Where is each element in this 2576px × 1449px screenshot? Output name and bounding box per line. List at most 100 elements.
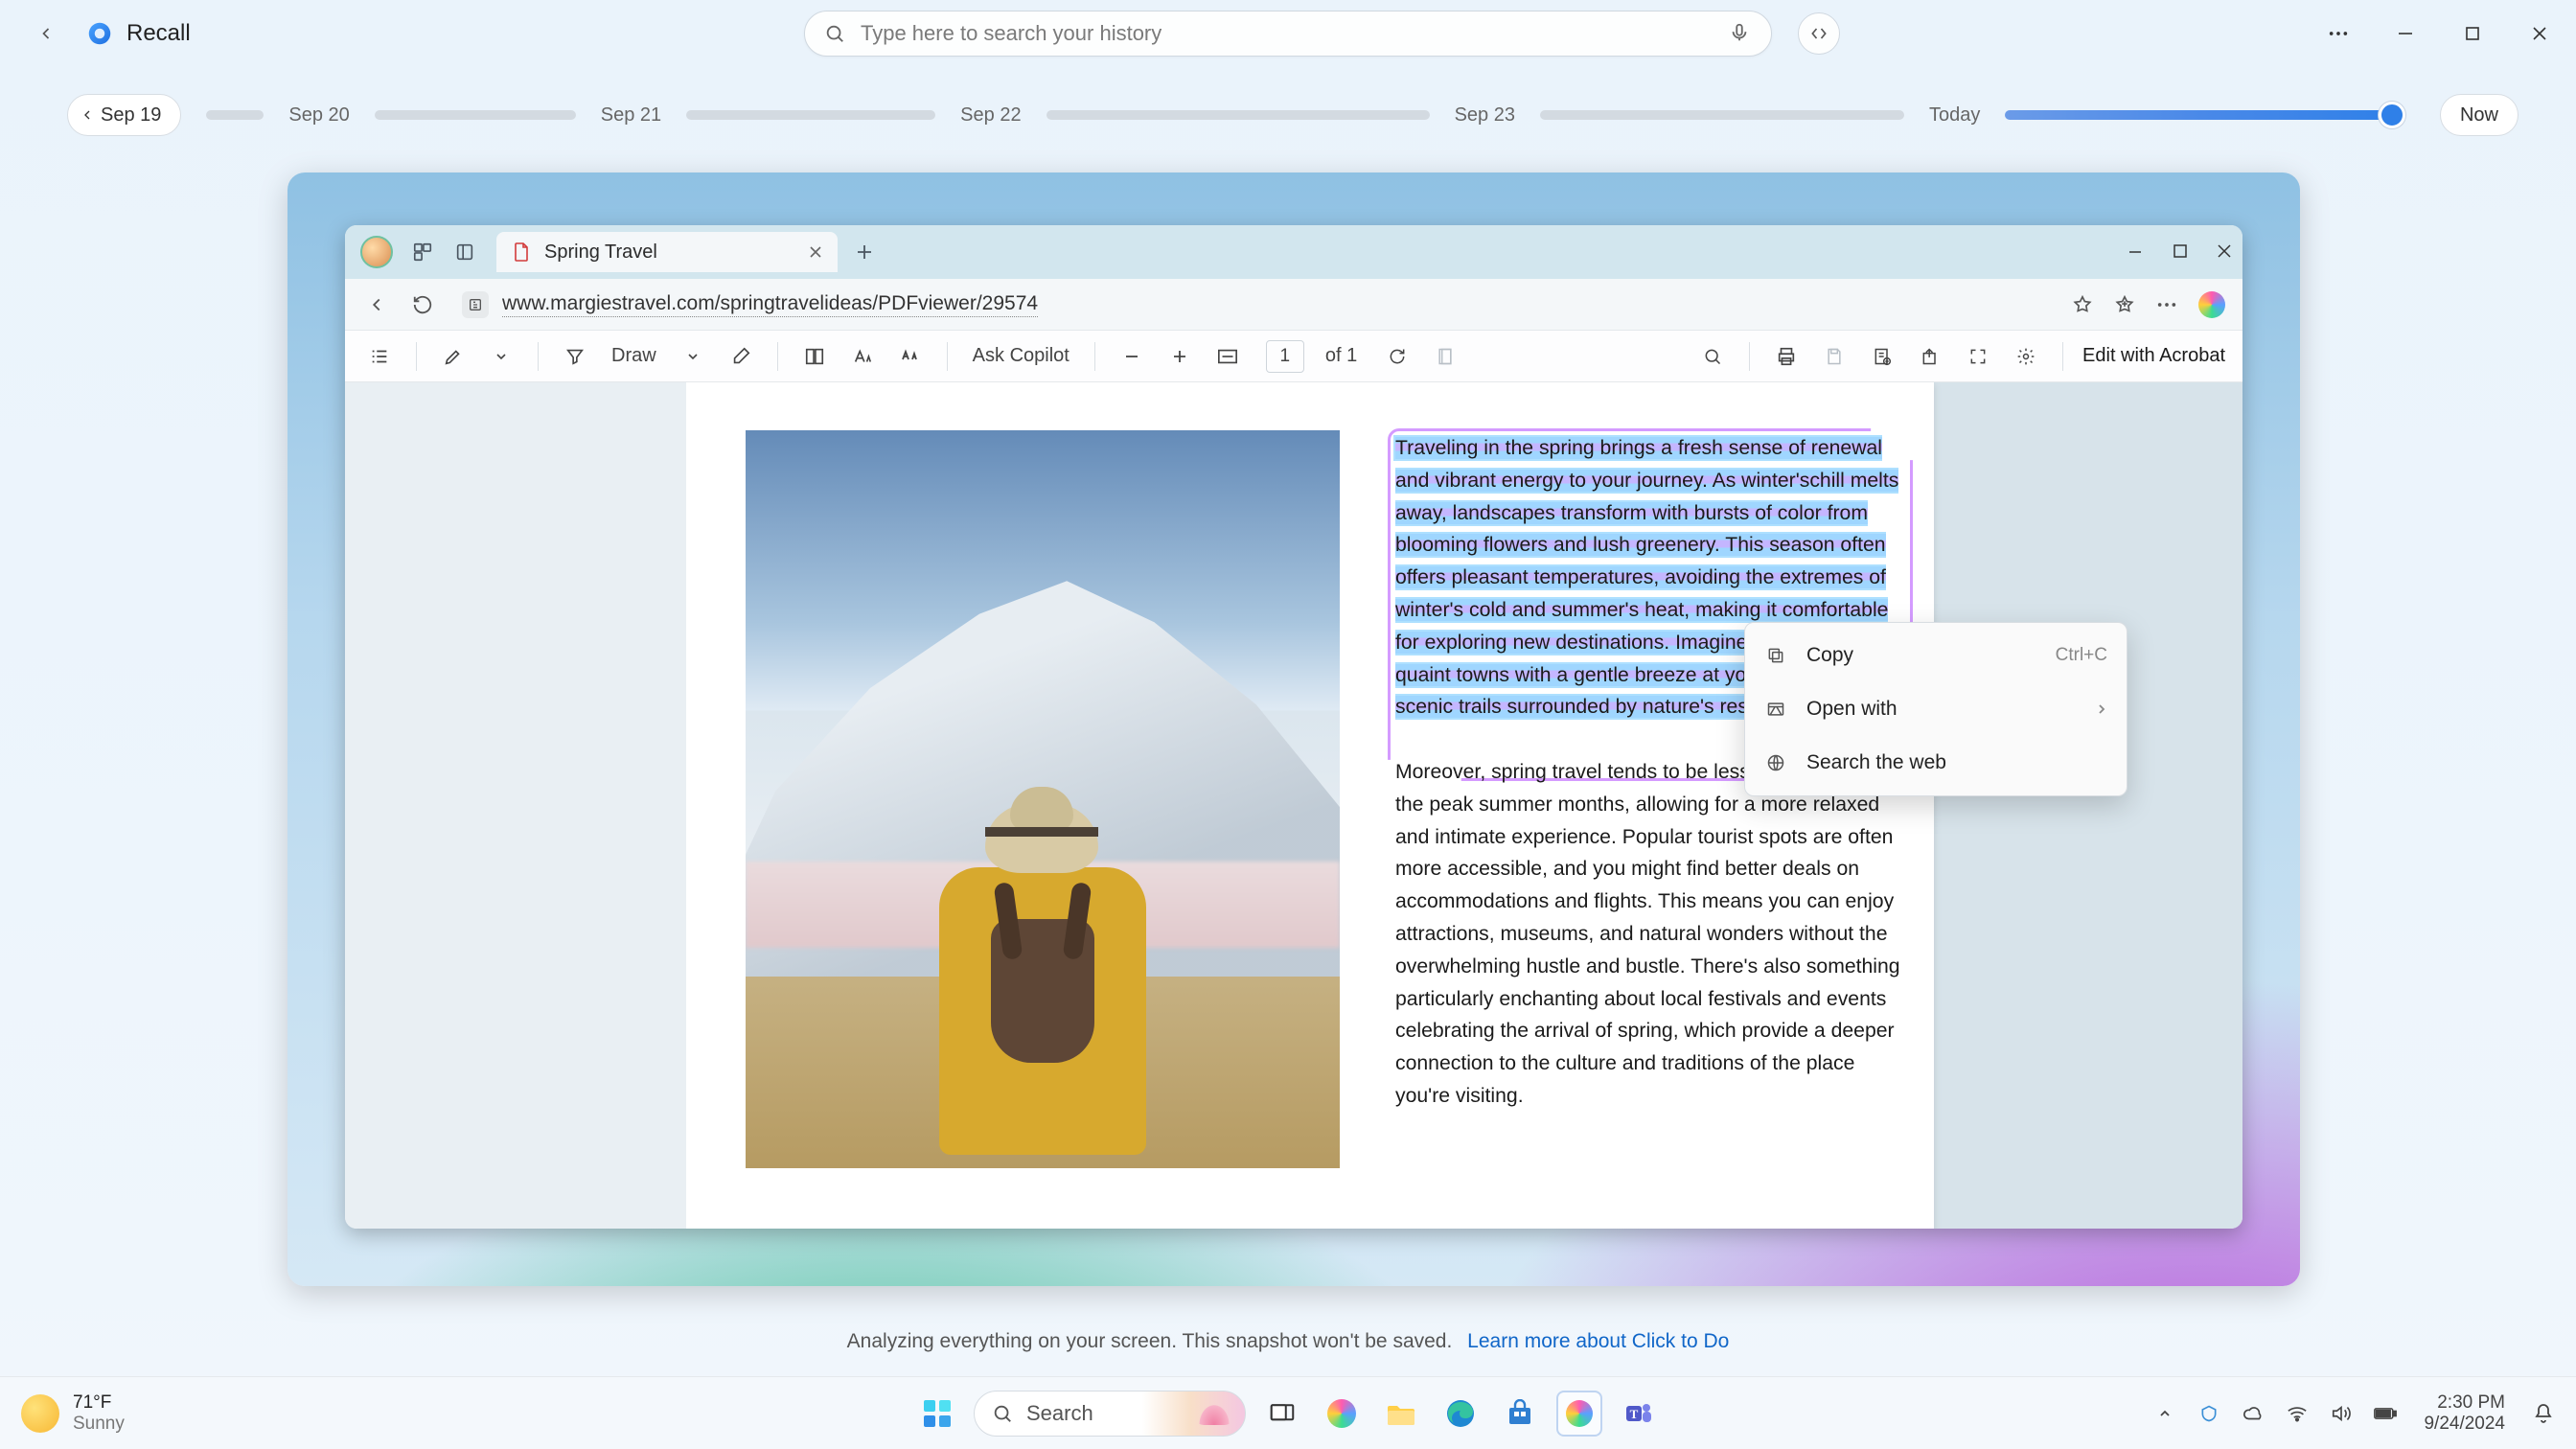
settings-icon[interactable] (2009, 339, 2043, 374)
rotate-icon[interactable] (1380, 339, 1414, 374)
microphone-icon[interactable] (1729, 22, 1752, 45)
browser-back-button[interactable] (362, 290, 391, 319)
copilot-taskbar-icon[interactable] (1319, 1391, 1365, 1437)
copilot-icon[interactable] (2198, 291, 2225, 318)
browser-maximize-button[interactable] (2174, 244, 2187, 260)
fullscreen-icon[interactable] (1961, 339, 1995, 374)
context-copy[interactable]: Copy Ctrl+C (1745, 629, 2127, 682)
tray-app-icon[interactable] (2197, 1402, 2220, 1425)
timeline-now-button[interactable]: Now (2440, 94, 2518, 136)
pdf-file-icon (512, 242, 531, 262)
site-info-icon[interactable] (462, 291, 489, 318)
browser-close-button[interactable] (2218, 244, 2231, 260)
teams-icon[interactable]: T (1616, 1391, 1662, 1437)
print-icon[interactable] (1769, 339, 1804, 374)
file-explorer-icon[interactable] (1378, 1391, 1424, 1437)
battery-icon[interactable] (2374, 1402, 2397, 1425)
volume-icon[interactable] (2330, 1402, 2353, 1425)
pdf-viewport[interactable]: Traveling in the spring brings a fresh s… (686, 382, 2242, 1229)
recall-more-button[interactable] (2323, 18, 2354, 49)
add-note-icon[interactable] (1865, 339, 1899, 374)
two-page-icon[interactable] (797, 339, 832, 374)
copilot-app-icon[interactable] (1556, 1391, 1602, 1437)
browser-profile-avatar[interactable] (360, 236, 393, 268)
recall-expand-button[interactable] (1798, 12, 1840, 55)
read-aloud-icon[interactable] (893, 339, 928, 374)
chevron-down-icon[interactable] (484, 339, 518, 374)
recall-search-input[interactable] (861, 21, 1714, 46)
pdf-body-text: Moreover, spring travel tends to be less… (1395, 761, 1900, 1107)
text-size-icon[interactable] (845, 339, 880, 374)
filter-icon[interactable] (558, 339, 592, 374)
timeline-date: Sep 20 (288, 104, 349, 126)
start-button[interactable] (914, 1391, 960, 1437)
weather-condition: Sunny (73, 1414, 125, 1435)
collections-icon[interactable] (2114, 294, 2135, 315)
fit-page-icon[interactable] (1210, 339, 1245, 374)
chevron-down-icon[interactable] (676, 339, 710, 374)
recall-minimize-button[interactable] (2390, 18, 2421, 49)
timeline-segment[interactable] (1046, 110, 1430, 120)
taskbar-search[interactable]: Search (974, 1391, 1246, 1437)
context-search-web[interactable]: Search the web (1745, 736, 2127, 790)
recall-status-text: Analyzing everything on your screen. Thi… (0, 1330, 2576, 1353)
timeline-segment[interactable] (1540, 110, 1904, 120)
timeline-start-label: Sep 19 (101, 104, 161, 126)
page-view-icon[interactable] (1428, 339, 1462, 374)
highlight-icon[interactable] (436, 339, 471, 374)
vertical-tabs-icon[interactable] (454, 242, 475, 263)
recall-back-button[interactable] (29, 16, 63, 51)
browser-menu-button[interactable] (2156, 302, 2177, 308)
store-icon[interactable] (1497, 1391, 1543, 1437)
task-view-icon[interactable] (1259, 1391, 1305, 1437)
zoom-out-icon[interactable] (1115, 339, 1149, 374)
new-tab-button[interactable] (855, 242, 874, 262)
taskbar: 71°F Sunny Search T 2:30 PM 9/24/2024 (0, 1376, 2576, 1449)
browser-minimize-button[interactable] (2128, 244, 2143, 260)
browser-tab[interactable]: Spring Travel (496, 232, 838, 272)
search-highlight-icon (1197, 1402, 1231, 1425)
zoom-in-icon[interactable] (1162, 339, 1197, 374)
taskbar-clock[interactable]: 2:30 PM 9/24/2024 (2424, 1392, 2505, 1435)
timeline-start-pill[interactable]: Sep 19 (67, 94, 181, 136)
open-with-icon (1764, 698, 1787, 721)
favorites-star-icon[interactable] (2072, 294, 2093, 315)
taskbar-weather[interactable]: 71°F Sunny (21, 1392, 125, 1435)
timeline-today-label: Today (1929, 104, 1980, 126)
svg-text:T: T (1630, 1407, 1639, 1421)
share-icon[interactable] (1913, 339, 1947, 374)
context-search-web-label: Search the web (1806, 751, 1946, 774)
context-open-with[interactable]: Open with (1745, 682, 2127, 736)
ask-copilot-button[interactable]: Ask Copilot (967, 345, 1075, 367)
cloud-icon[interactable] (2242, 1402, 2265, 1425)
pdf-image (746, 430, 1340, 1168)
workspaces-icon[interactable] (412, 242, 433, 263)
edge-icon[interactable] (1438, 1391, 1484, 1437)
timeline-today-segment[interactable] (2005, 110, 2398, 120)
erase-icon[interactable] (724, 339, 758, 374)
address-bar[interactable]: www.margiestravel.com/springtravelideas/… (454, 286, 2055, 324)
wifi-icon[interactable] (2286, 1402, 2309, 1425)
page-number-input[interactable]: 1 (1266, 340, 1304, 373)
learn-more-link[interactable]: Learn more about Click to Do (1467, 1330, 1729, 1352)
recall-close-button[interactable] (2524, 18, 2555, 49)
edit-with-acrobat-button[interactable]: Edit with Acrobat (2082, 345, 2225, 367)
timeline-segment[interactable] (206, 110, 264, 120)
tray-chevron-icon[interactable] (2153, 1402, 2176, 1425)
table-of-contents-icon[interactable] (362, 339, 397, 374)
url-text: www.margiestravel.com/springtravelideas/… (502, 292, 1038, 317)
timeline-segment[interactable] (375, 110, 576, 120)
recall-title: Recall (126, 20, 191, 47)
browser-refresh-button[interactable] (408, 290, 437, 319)
recall-maximize-button[interactable] (2457, 18, 2488, 49)
timeline-segment[interactable] (686, 110, 935, 120)
save-icon[interactable] (1817, 339, 1852, 374)
find-icon[interactable] (1695, 339, 1730, 374)
recall-search-box[interactable] (804, 11, 1772, 57)
tab-close-icon[interactable] (809, 245, 822, 259)
recall-snapshot: Spring Travel www.margiestravel.com/spri… (288, 172, 2300, 1286)
clock-time: 2:30 PM (2424, 1392, 2505, 1414)
notifications-icon[interactable] (2532, 1402, 2555, 1425)
recall-timeline[interactable]: Sep 19 Sep 20 Sep 21 Sep 22 Sep 23 Today… (0, 86, 2576, 144)
draw-label[interactable]: Draw (606, 345, 662, 367)
